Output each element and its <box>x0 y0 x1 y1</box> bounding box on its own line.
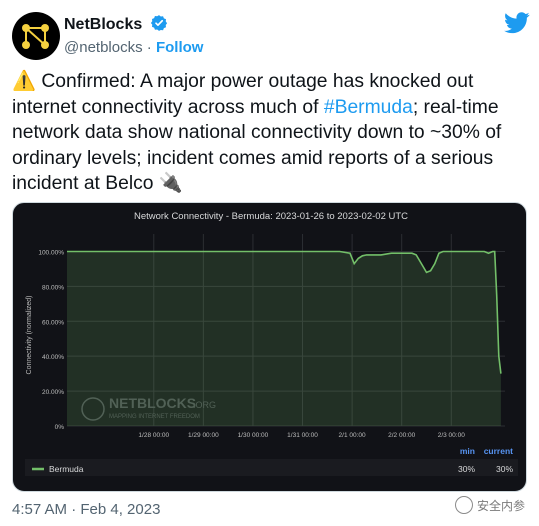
wechat-icon <box>454 496 473 514</box>
x-tick-label: 1/29 00:00 <box>188 432 219 439</box>
account-info: NetBlocks @netblocks · Follow <box>64 14 203 58</box>
y-tick-label: 0% <box>55 424 65 431</box>
legend-row-bg <box>25 459 518 476</box>
verified-badge-icon <box>150 14 168 37</box>
y-axis-label: Connectivity (normalized) <box>26 296 33 375</box>
chart-title: Network Connectivity - Bermuda: 2023-01-… <box>134 211 408 222</box>
hashtag-link[interactable]: #Bermuda <box>324 97 413 118</box>
watermark: 安全内参 <box>454 496 525 514</box>
legend-series-current: 30% <box>496 464 513 474</box>
y-tick-label: 60.00% <box>42 319 64 326</box>
tweet: NetBlocks @netblocks · Follow ⚠️ Confirm… <box>0 0 539 526</box>
tweet-text: ⚠️ Confirmed: A major power outage has k… <box>12 69 527 197</box>
separator: · <box>146 39 152 56</box>
x-tick-label: 2/2 00:00 <box>388 432 415 439</box>
y-tick-label: 20.00% <box>42 389 64 396</box>
x-tick-label: 1/31 00:00 <box>287 432 318 439</box>
handle[interactable]: @netblocks <box>64 39 143 56</box>
x-tick-label: 2/1 00:00 <box>339 432 366 439</box>
chart-image[interactable]: Network Connectivity - Bermuda: 2023-01-… <box>12 202 527 492</box>
legend-series-min: 30% <box>458 464 475 474</box>
series-area-fill <box>67 251 501 426</box>
x-axis-ticks: 1/28 00:00 1/29 00:00 1/30 00:00 1/31 00:00… <box>138 432 465 439</box>
y-tick-label: 100.00% <box>38 249 64 256</box>
x-tick-label: 1/30 00:00 <box>238 432 269 439</box>
tweet-timestamp[interactable]: 4:57 AM · Feb 4, 2023 <box>12 501 160 518</box>
y-axis-ticks: 0% 20.00% 40.00% 60.00% 80.00% 100.00% <box>38 249 64 431</box>
legend-series-name[interactable]: Bermuda <box>49 464 84 474</box>
y-tick-label: 40.00% <box>42 354 64 361</box>
follow-button[interactable]: Follow <box>156 39 204 56</box>
legend-header-min: min <box>460 446 475 456</box>
watermark-text: 安全内参 <box>476 498 525 513</box>
y-tick-label: 80.00% <box>42 284 64 291</box>
chart-area <box>67 250 502 426</box>
tweet-header: NetBlocks @netblocks · Follow <box>12 8 530 60</box>
legend-header-current: current <box>484 446 513 456</box>
twitter-bird-icon[interactable] <box>504 12 530 34</box>
netblocks-logo-icon <box>22 24 49 49</box>
avatar[interactable] <box>12 12 60 60</box>
x-tick-label: 2/3 00:00 <box>438 432 465 439</box>
display-name[interactable]: NetBlocks <box>64 16 142 33</box>
connectivity-chart: Network Connectivity - Bermuda: 2023-01-… <box>25 211 518 476</box>
x-tick-label: 1/28 00:00 <box>138 432 169 439</box>
